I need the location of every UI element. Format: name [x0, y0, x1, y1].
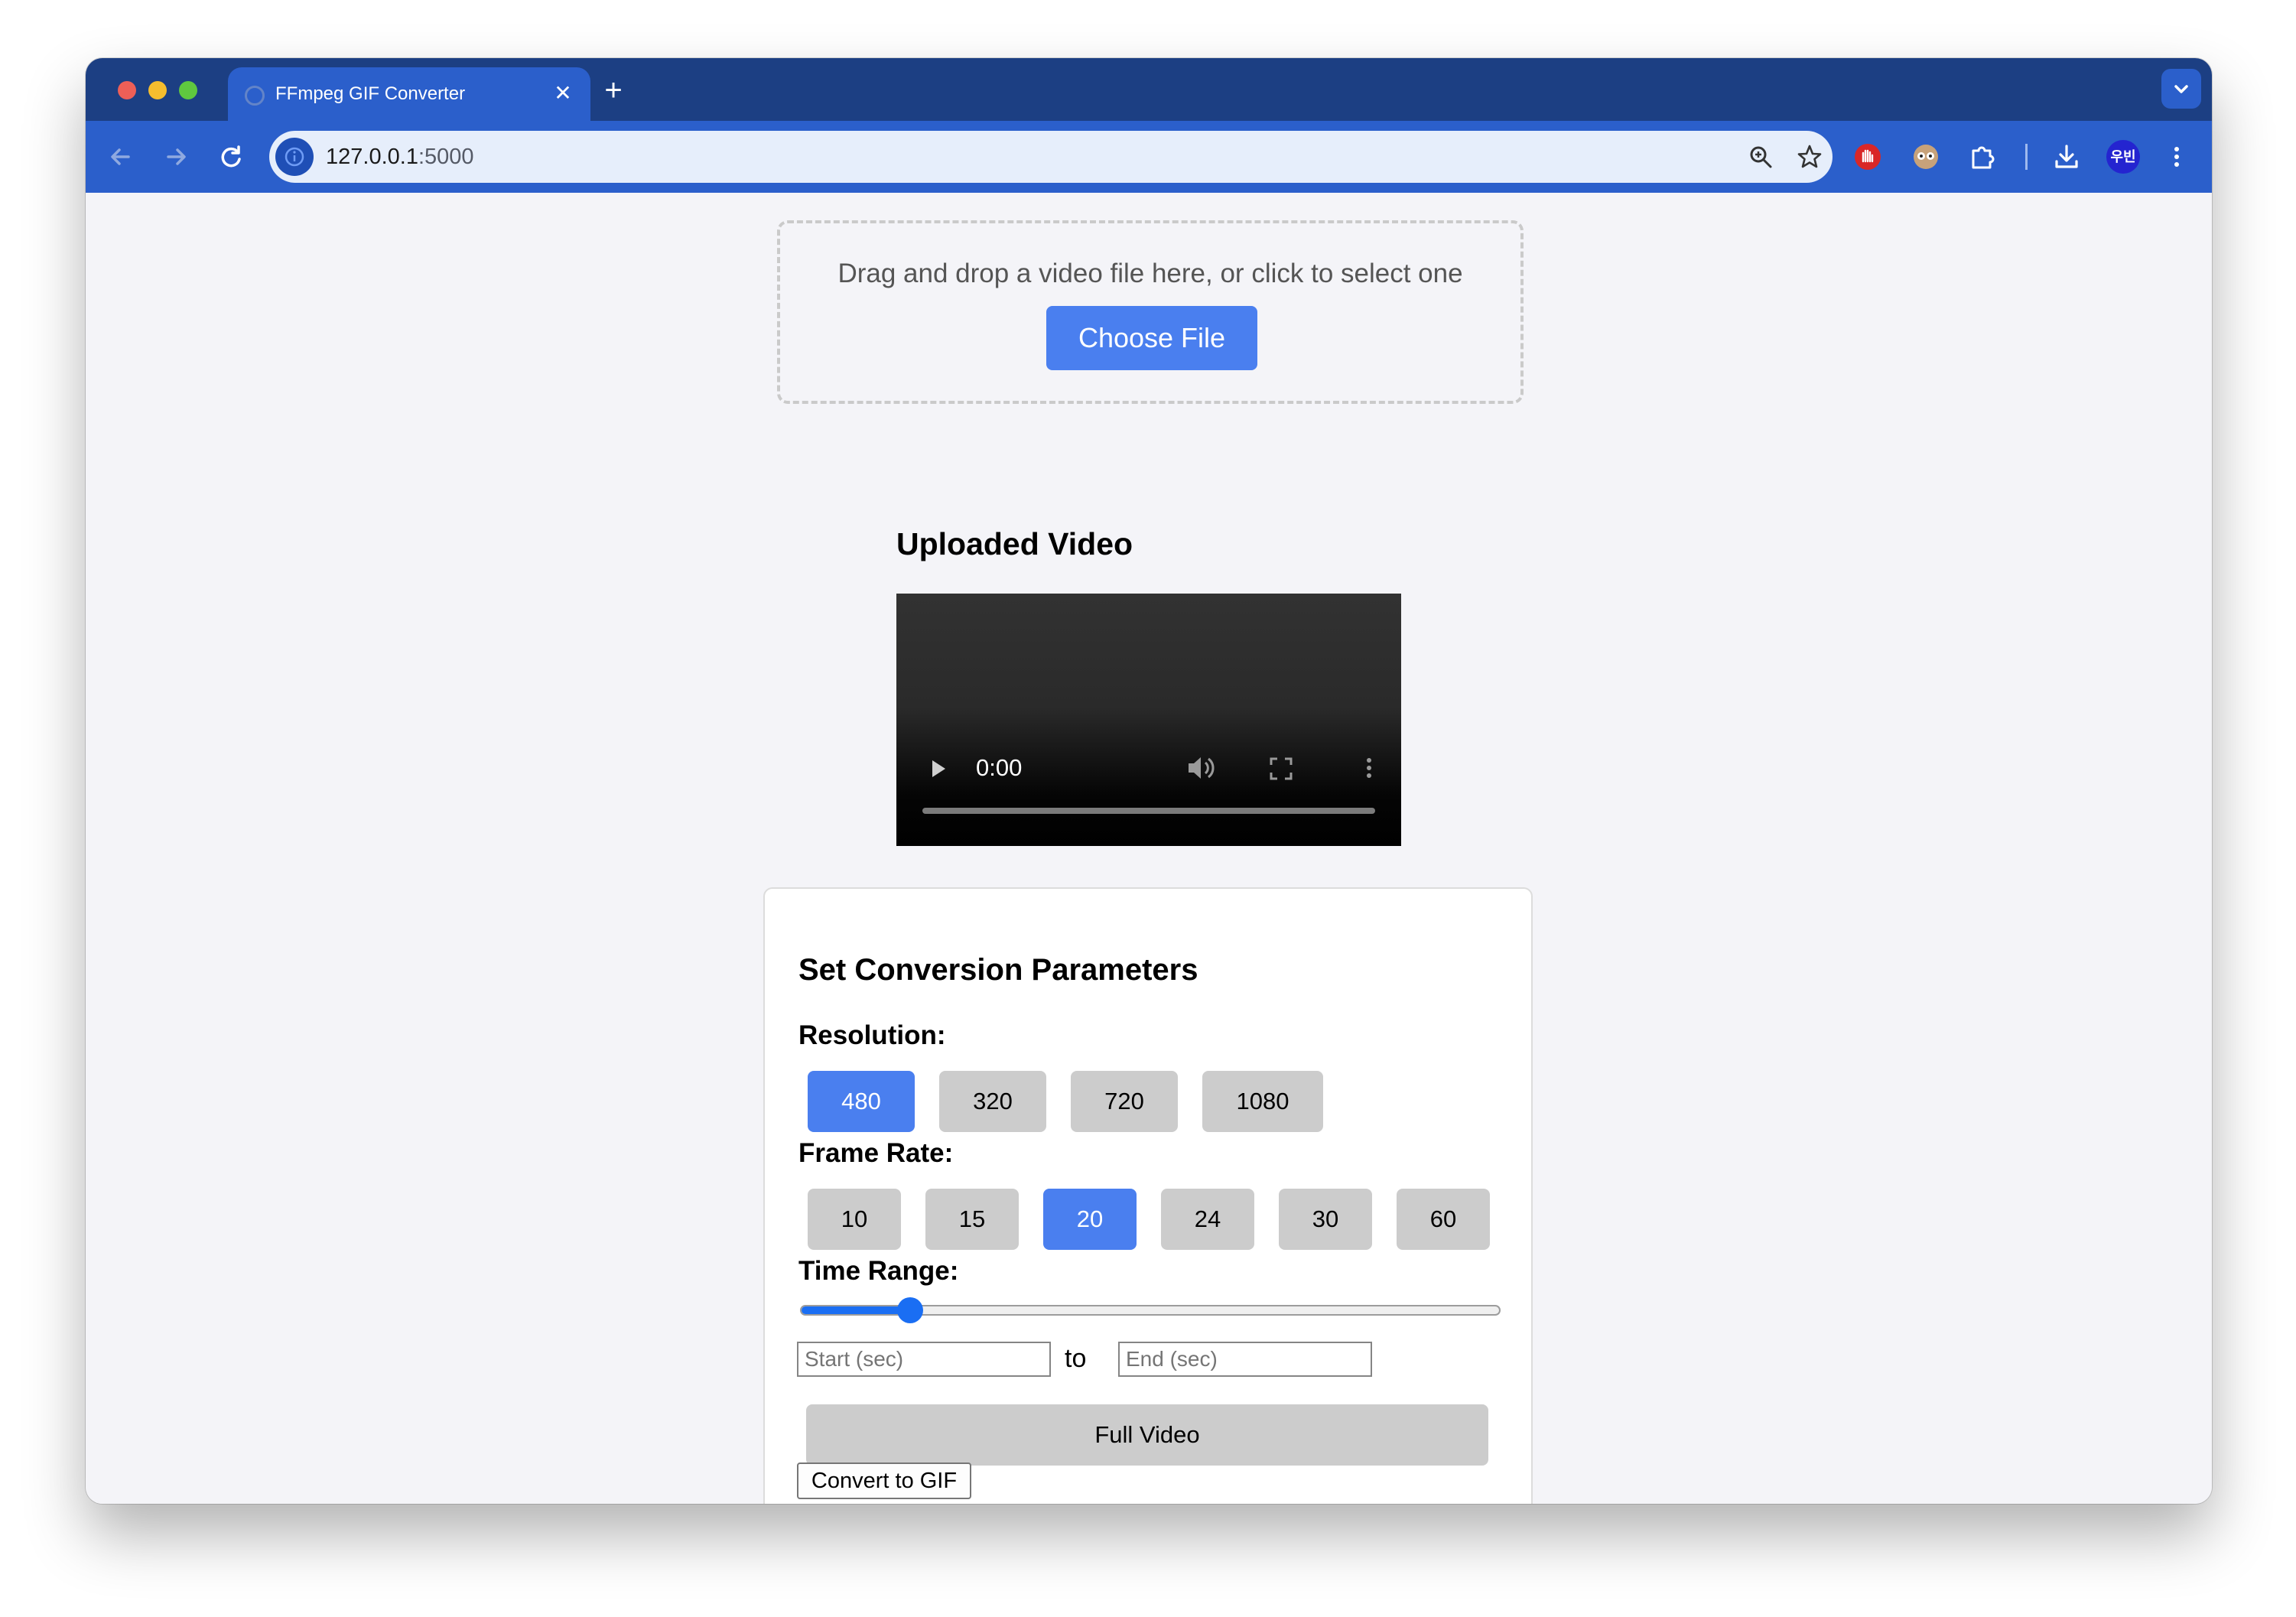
- file-dropzone[interactable]: Drag and drop a video file here, or clic…: [777, 220, 1524, 404]
- volume-icon[interactable]: [1184, 753, 1218, 783]
- ad-block-extension-icon[interactable]: [1851, 140, 1885, 174]
- url-host: 127.0.0.1: [326, 145, 418, 169]
- browser-window: FFmpeg GIF Converter ✕ + 127.0.0.1:5000 …: [86, 58, 2212, 1504]
- forward-arrow-icon[interactable]: [158, 138, 194, 175]
- time-range-label: Time Range:: [798, 1256, 959, 1286]
- dropzone-prompt: Drag and drop a video file here, or clic…: [837, 259, 1463, 288]
- video-more-icon[interactable]: [1363, 754, 1375, 782]
- chevron-down-icon: [2174, 85, 2188, 93]
- fullscreen-icon[interactable]: [1268, 756, 1294, 782]
- resolution-option-720[interactable]: 720: [1071, 1071, 1178, 1132]
- resolution-option-480[interactable]: 480: [808, 1071, 915, 1132]
- tab-strip: FFmpeg GIF Converter ✕ +: [86, 58, 2212, 121]
- tab-title: FFmpeg GIF Converter: [275, 83, 466, 104]
- url-port: :5000: [418, 145, 474, 169]
- video-progress-bar[interactable]: [922, 808, 1375, 814]
- frame-rate-option-30[interactable]: 30: [1279, 1189, 1372, 1250]
- owl-extension-icon[interactable]: [1909, 140, 1943, 174]
- extensions-puzzle-icon[interactable]: [1966, 140, 1999, 174]
- convert-to-gif-button[interactable]: Convert to GIF: [797, 1462, 971, 1499]
- back-arrow-icon[interactable]: [102, 138, 139, 175]
- minimize-window-button[interactable]: [148, 81, 167, 99]
- slider-thumb[interactable]: [896, 1297, 923, 1323]
- frame-rate-option-15[interactable]: 15: [925, 1189, 1019, 1250]
- url-text[interactable]: 127.0.0.1:5000: [326, 145, 474, 170]
- frame-rate-option-24[interactable]: 24: [1161, 1189, 1254, 1250]
- close-window-button[interactable]: [118, 81, 136, 99]
- full-video-button[interactable]: Full Video: [806, 1404, 1488, 1466]
- frame-rate-option-10[interactable]: 10: [808, 1189, 901, 1250]
- download-icon[interactable]: [2050, 140, 2083, 174]
- more-vertical-icon[interactable]: [2160, 140, 2194, 174]
- uploaded-video-heading: Uploaded Video: [896, 526, 1133, 561]
- tab-close-icon[interactable]: ✕: [548, 78, 578, 109]
- start-time-input[interactable]: [797, 1342, 1051, 1377]
- play-icon[interactable]: [927, 756, 950, 782]
- site-info-icon[interactable]: [275, 138, 314, 176]
- video-player[interactable]: 0:00: [896, 594, 1401, 846]
- tab-search-button[interactable]: [2161, 69, 2201, 109]
- frame-rate-option-60[interactable]: 60: [1397, 1189, 1490, 1250]
- frame-rate-option-20[interactable]: 20: [1043, 1189, 1137, 1250]
- browser-toolbar: 127.0.0.1:5000 우빈: [86, 121, 2212, 193]
- time-range-slider[interactable]: [800, 1297, 1501, 1323]
- resolution-option-320[interactable]: 320: [939, 1071, 1046, 1132]
- panel-title: Set Conversion Parameters: [798, 953, 1198, 987]
- profile-avatar[interactable]: 우빈: [2106, 140, 2140, 174]
- zoom-icon[interactable]: [1747, 143, 1774, 171]
- resolution-option-1080[interactable]: 1080: [1202, 1071, 1323, 1132]
- frame-rate-label: Frame Rate:: [798, 1138, 954, 1168]
- bookmark-star-icon[interactable]: [1796, 143, 1823, 171]
- reload-icon[interactable]: [213, 138, 249, 175]
- video-current-time: 0:00: [976, 754, 1023, 781]
- address-bar[interactable]: 127.0.0.1:5000: [269, 131, 1833, 183]
- page-content: Drag and drop a video file here, or clic…: [86, 193, 2212, 1504]
- maximize-window-button[interactable]: [179, 81, 197, 99]
- globe-icon: [245, 86, 265, 106]
- resolution-label: Resolution:: [798, 1020, 946, 1050]
- tab-ffmpeg-gif-converter[interactable]: FFmpeg GIF Converter ✕: [228, 67, 590, 121]
- new-tab-button[interactable]: +: [597, 73, 630, 107]
- slider-fill: [802, 1306, 910, 1314]
- end-time-input[interactable]: [1118, 1342, 1372, 1377]
- choose-file-button[interactable]: Choose File: [1046, 306, 1257, 370]
- toolbar-divider: [2025, 144, 2028, 170]
